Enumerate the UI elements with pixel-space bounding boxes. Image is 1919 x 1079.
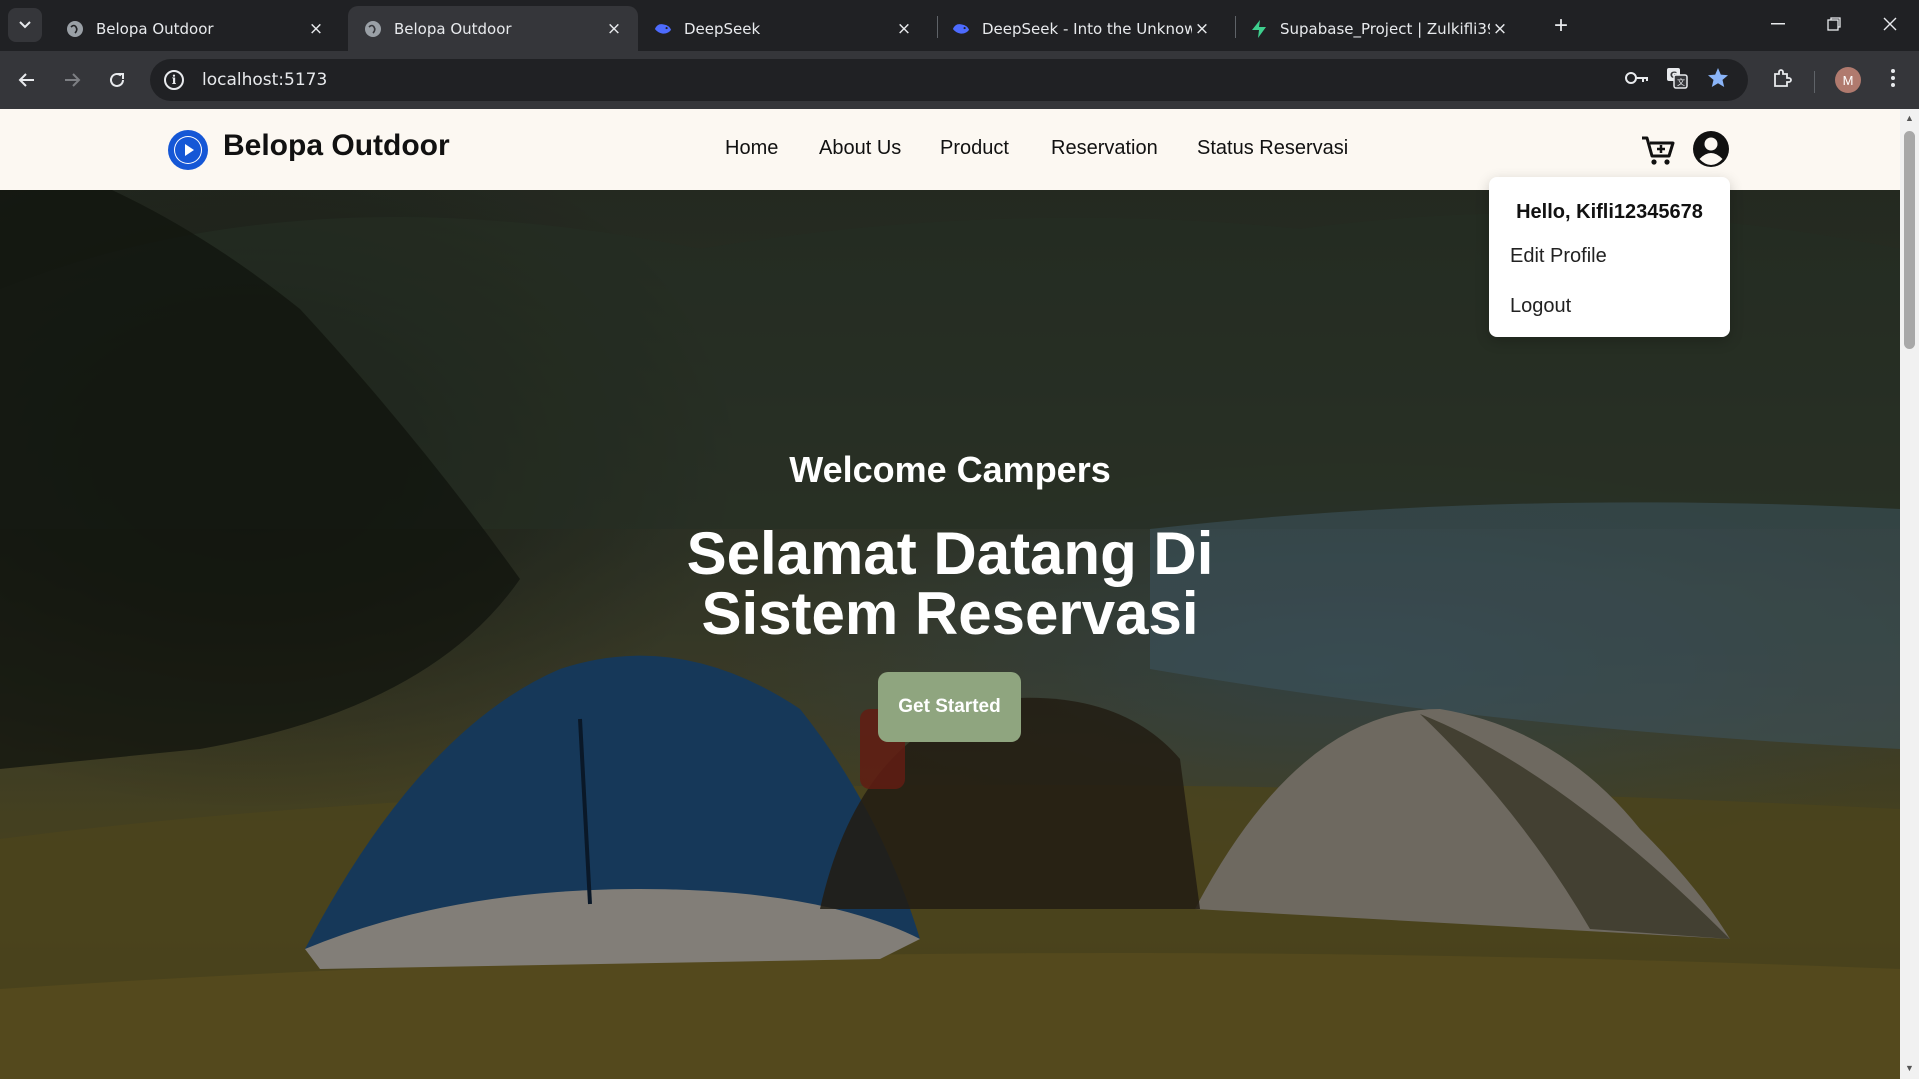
deepseek-whale-icon bbox=[654, 20, 672, 38]
tab-title: DeepSeek bbox=[684, 19, 761, 38]
nav-link-product[interactable]: Product bbox=[940, 137, 1009, 160]
toolbar-divider bbox=[1814, 71, 1815, 93]
logo-play-icon[interactable] bbox=[168, 130, 208, 170]
user-greeting: Hello, Kifli12345678 bbox=[1516, 201, 1703, 223]
svg-text:文: 文 bbox=[1677, 77, 1685, 87]
logout-link[interactable]: Logout bbox=[1510, 295, 1571, 318]
nav-link-about-us[interactable]: About Us bbox=[819, 137, 901, 160]
scrollbar-thumb[interactable] bbox=[1904, 131, 1915, 349]
tab-title: Belopa Outdoor bbox=[394, 19, 512, 38]
minimize-icon[interactable] bbox=[1750, 0, 1806, 48]
extensions-icon[interactable] bbox=[1767, 63, 1797, 93]
bookmark-star-icon[interactable] bbox=[1703, 63, 1733, 93]
edit-profile-link[interactable]: Edit Profile bbox=[1510, 245, 1607, 268]
new-tab-icon[interactable]: + bbox=[1545, 10, 1577, 42]
translate-icon[interactable]: G文 bbox=[1662, 63, 1692, 93]
tab-close-icon[interactable]: × bbox=[306, 19, 326, 39]
site-info-icon[interactable]: i bbox=[164, 70, 184, 90]
chrome-menu-icon[interactable] bbox=[1878, 63, 1908, 93]
supabase-bolt-icon bbox=[1250, 19, 1268, 38]
page-viewport: Belopa Outdoor Home About Us Product Res… bbox=[0, 109, 1919, 1079]
globe-icon bbox=[66, 20, 84, 38]
hero-title: Selamat Datang Di Sistem Reservasi bbox=[0, 524, 1900, 644]
hero-subtitle: Welcome Campers bbox=[789, 449, 1111, 490]
tab-title: Supabase_Project | Zulkifli39's O bbox=[1280, 19, 1490, 38]
deepseek-whale-icon bbox=[952, 20, 970, 38]
browser-tab[interactable]: Belopa Outdoor × bbox=[50, 6, 340, 51]
close-window-icon[interactable] bbox=[1862, 0, 1918, 48]
tab-search-icon[interactable] bbox=[8, 8, 42, 42]
back-icon[interactable] bbox=[10, 63, 44, 97]
get-started-button[interactable]: Get Started bbox=[878, 672, 1021, 742]
nav-link-status-reservasi[interactable]: Status Reservasi bbox=[1197, 137, 1348, 160]
address-url[interactable]: localhost:5173 bbox=[202, 70, 327, 90]
scroll-up-icon[interactable]: ▲ bbox=[1904, 113, 1915, 125]
page-scrollbar[interactable]: ▲ ▼ bbox=[1900, 109, 1919, 1079]
nav-link-home[interactable]: Home bbox=[725, 137, 778, 160]
tab-title: DeepSeek - Into the Unknown bbox=[982, 19, 1192, 38]
profile-avatar[interactable]: M bbox=[1835, 67, 1861, 93]
hero-title-line-1: Selamat Datang Di bbox=[686, 520, 1214, 587]
globe-icon bbox=[364, 20, 382, 38]
tab-title: Belopa Outdoor bbox=[96, 19, 214, 38]
address-bar[interactable]: i localhost:5173 bbox=[150, 59, 1748, 101]
browser-tab[interactable]: DeepSeek - Into the Unknown × bbox=[936, 6, 1226, 51]
tab-close-icon[interactable]: × bbox=[1490, 19, 1510, 39]
user-dropdown-menu: Hello, Kifli12345678 Edit Profile Logout bbox=[1489, 177, 1730, 337]
hero-title-line-2: Sistem Reservasi bbox=[701, 580, 1199, 647]
browser-tab-active[interactable]: Belopa Outdoor × bbox=[348, 6, 638, 51]
tab-close-icon[interactable]: × bbox=[894, 19, 914, 39]
tab-close-icon[interactable]: × bbox=[1192, 19, 1212, 39]
scroll-down-icon[interactable]: ▼ bbox=[1904, 1063, 1915, 1075]
brand-name[interactable]: Belopa Outdoor bbox=[223, 129, 450, 163]
browser-tab[interactable]: Supabase_Project | Zulkifli39's O × bbox=[1234, 6, 1524, 51]
user-account-icon[interactable] bbox=[1692, 130, 1730, 168]
reload-icon[interactable] bbox=[100, 63, 134, 97]
password-key-icon[interactable] bbox=[1622, 63, 1652, 93]
tab-close-icon[interactable]: × bbox=[604, 19, 624, 39]
tab-strip: Belopa Outdoor × Belopa Outdoor × DeepSe… bbox=[0, 0, 1919, 51]
restore-icon[interactable] bbox=[1806, 0, 1862, 48]
browser-tab[interactable]: DeepSeek × bbox=[638, 6, 928, 51]
nav-link-reservation[interactable]: Reservation bbox=[1051, 137, 1158, 160]
forward-icon[interactable] bbox=[55, 63, 89, 97]
cart-icon[interactable] bbox=[1640, 132, 1676, 168]
browser-toolbar: i localhost:5173 G文 M bbox=[0, 51, 1919, 109]
